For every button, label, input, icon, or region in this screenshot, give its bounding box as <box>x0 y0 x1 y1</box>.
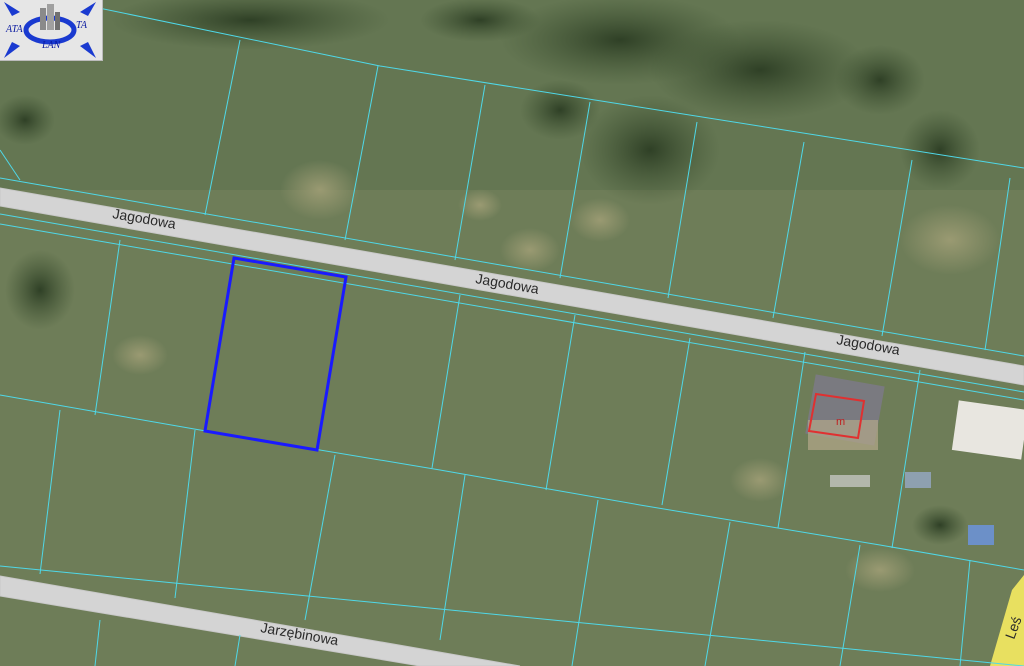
map-canvas[interactable]: m Jagodowa Jagodowa Jagodowa Jarzębinowa… <box>0 0 1024 666</box>
blue-structure <box>968 525 994 545</box>
logo-text-left: ATA <box>6 24 23 35</box>
construction-site <box>951 400 1024 460</box>
company-logo: ATA TA LAN <box>0 0 103 61</box>
logo-text-right: TA <box>76 20 87 31</box>
shed <box>905 472 931 488</box>
logo-text-bottom: LAN <box>42 40 61 51</box>
building-marker: m <box>836 416 845 428</box>
map-view[interactable]: m Jagodowa Jagodowa Jagodowa Jarzębinowa… <box>0 0 1024 666</box>
